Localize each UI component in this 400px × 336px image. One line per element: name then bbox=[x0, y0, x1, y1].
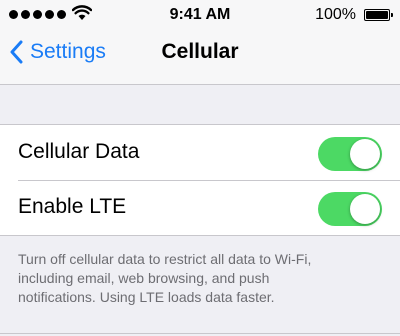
toggle-knob bbox=[350, 194, 380, 224]
footer-line: Turn off cellular data to restrict all d… bbox=[18, 251, 312, 267]
battery-icon bbox=[364, 9, 393, 21]
toggle-knob bbox=[350, 139, 380, 169]
navigation-bar: 9:41 AM 100% Settings Cellular bbox=[0, 0, 400, 85]
section-footer-text: Turn off cellular data to restrict all d… bbox=[18, 250, 388, 307]
enable-lte-label: Enable LTE bbox=[18, 195, 127, 218]
page-title: Cellular bbox=[161, 40, 239, 63]
cellular-data-row: Cellular Data bbox=[0, 125, 400, 181]
divider bbox=[0, 333, 400, 334]
settings-group: Cellular Data Enable LTE bbox=[0, 124, 400, 236]
cellular-data-toggle[interactable] bbox=[318, 137, 382, 171]
cellular-data-label: Cellular Data bbox=[18, 140, 140, 163]
battery-percent: 100% bbox=[315, 6, 356, 23]
footer-line: notifications. Using LTE loads data fast… bbox=[18, 289, 275, 305]
enable-lte-toggle[interactable] bbox=[318, 192, 382, 226]
footer-line: including email, web browsing, and push bbox=[18, 270, 270, 286]
enable-lte-row: Enable LTE bbox=[0, 180, 400, 235]
status-bar: 9:41 AM 100% bbox=[0, 0, 400, 30]
